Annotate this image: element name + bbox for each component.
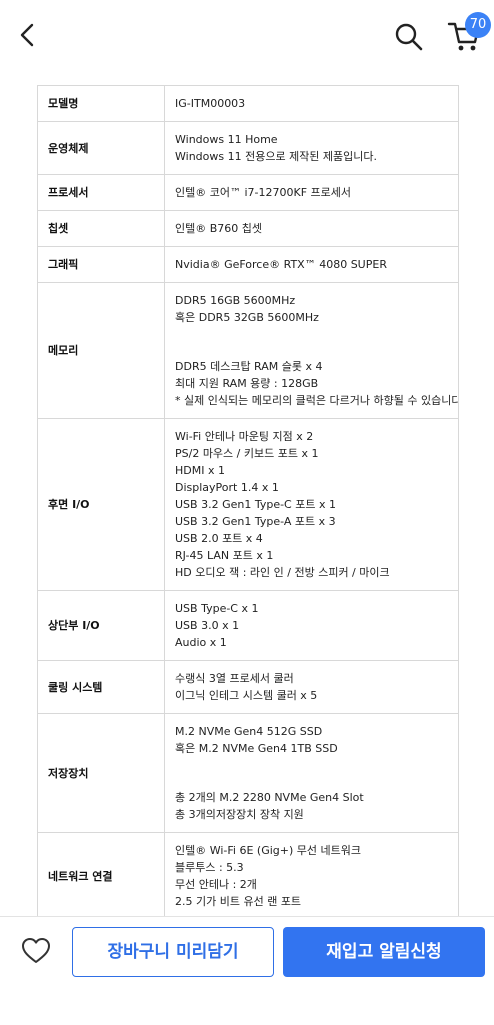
spec-value-line: 인텔® Wi-Fi 6E (Gig+) 무선 네트워크 [175, 844, 361, 857]
spec-key: 모델명 [38, 86, 165, 122]
spec-value-line: HD 오디오 잭 : 라인 인 / 전방 스피커 / 마이크 [175, 566, 390, 579]
spec-value-line: 총 2개의 M.2 2280 NVMe Gen4 Slot [175, 791, 364, 804]
spec-value-line: USB 2.0 포트 x 4 [175, 532, 263, 545]
spec-value-line: * 실제 인식되는 메모리의 클럭은 다르거나 하향될 수 있습니다. [175, 394, 459, 407]
spec-value-line: Audio x 1 [175, 636, 227, 649]
spec-value-line: 혹은 DDR5 32GB 5600MHz [175, 311, 319, 324]
spec-key: 프로세서 [38, 174, 165, 211]
spec-row: 메모리 DDR5 16GB 5600MHz 혹은 DDR5 32GB 5600MHz… [38, 282, 459, 419]
spec-value-spacer [175, 326, 452, 358]
spec-value-line: Windows 11 전용으로 제작된 제품입니다. [175, 150, 378, 163]
spec-key: 저장장치 [38, 713, 165, 833]
cart-count-badge: 70 [465, 12, 491, 38]
restock-notify-button[interactable]: 재입고 알림신청 [283, 927, 485, 977]
top-bar: 70 [0, 0, 494, 70]
spec-row: 운영체제 Windows 11 Home Windows 11 전용으로 제작된 제… [38, 121, 458, 175]
search-icon[interactable] [392, 20, 424, 52]
spec-value-line: Wi-Fi 안테나 마운팅 지점 x 2 [175, 430, 314, 443]
spec-value-line: DisplayPort 1.4 x 1 [175, 481, 279, 494]
spec-value: Nvidia® GeForce® RTX™ 4080 SUPER [164, 246, 458, 283]
spec-value-line: IG-ITM00003 [175, 97, 246, 110]
spec-value: DDR5 16GB 5600MHz 혹은 DDR5 32GB 5600MHz DDR… [164, 282, 459, 419]
spec-value-line: 총 3개의저장장치 장착 지원 [175, 808, 304, 821]
spec-row: 후면 I/O Wi-Fi 안테나 마운팅 지점 x 2 PS/2 마우스 / 키보드… [38, 418, 458, 591]
spec-value: 수랭식 3열 프로세서 쿨러이그닉 인테그 시스템 쿨러 x 5 [164, 660, 458, 714]
spec-value: Wi-Fi 안테나 마운팅 지점 x 2 PS/2 마우스 / 키보드 포트 x … [164, 418, 458, 591]
spec-value-line: M.2 NVMe Gen4 512G SSD [175, 725, 323, 738]
spec-value-line: 인텔® B760 칩셋 [175, 222, 263, 235]
spec-key: 후면 I/O [38, 418, 165, 591]
spec-value-line: USB Type-C x 1 [175, 602, 259, 615]
spec-value-line: PS/2 마우스 / 키보드 포트 x 1 [175, 447, 319, 460]
spec-value-line: 2.5 기가 비트 유선 랜 포트 [175, 895, 302, 908]
spec-key: 네트워크 연결 [38, 832, 165, 918]
spec-row: 상단부 I/O USB Type-C x 1 USB 3.0 x 1 Audio x … [38, 590, 458, 661]
spec-row: 쿨링 시스템 수랭식 3열 프로세서 쿨러 이그닉 인테그 시스템 쿨러 x 5 [38, 660, 458, 714]
spec-value-line: DDR5 데스크탑 RAM 슬롯 x 4 [175, 360, 323, 373]
spec-value: USB Type-C x 1 USB 3.0 x 1 Audio x 1 [164, 590, 458, 661]
heart-icon[interactable] [20, 935, 52, 967]
spec-value-line: 혹은 M.2 NVMe Gen4 1TB SSD [175, 742, 338, 755]
spec-row: 칩셋 인텔® B760 칩셋 [38, 210, 458, 247]
spec-key: 쿨링 시스템 [38, 660, 165, 714]
spec-value-line: Nvidia® GeForce® RTX™ 4080 SUPER [175, 258, 387, 271]
spec-value-line: USB 3.2 Gen1 Type-A 포트 x 3 [175, 515, 336, 528]
add-to-cart-button[interactable]: 장바구니 미리담기 [72, 927, 274, 977]
spec-row: 저장장치 M.2 NVMe Gen4 512G SSD 혹은 M.2 NVMe Ge… [38, 713, 458, 833]
spec-key: 메모리 [38, 282, 165, 419]
spec-value-line: DDR5 16GB 5600MHz [175, 294, 296, 307]
spec-value: IG-ITM00003 [164, 86, 458, 122]
spec-value-line: 블루투스 : 5.3 [175, 861, 244, 874]
spec-key: 운영체제 [38, 121, 165, 175]
spec-value-line: 이그닉 인테그 시스템 쿨러 x 5 [175, 689, 318, 702]
spec-value: 인텔® 코어™ i7-12700KF 프로세서 [164, 174, 458, 211]
spec-table: 모델명 IG-ITM00003 운영체제 Windows 11 Home Windows… [37, 85, 459, 918]
spec-row: 그래픽 Nvidia® GeForce® RTX™ 4080 SUPER [38, 246, 458, 283]
spec-value-line: USB 3.0 x 1 [175, 619, 240, 632]
spec-row: 모델명 IG-ITM00003 [38, 86, 458, 122]
spec-row: 네트워크 연결 인텔® Wi-Fi 6E (Gig+) 무선 네트워크 블루투스 :… [38, 832, 458, 918]
spec-value: 인텔® B760 칩셋 [164, 210, 458, 247]
spec-value-line: USB 3.2 Gen1 Type-C 포트 x 1 [175, 498, 336, 511]
spec-value: M.2 NVMe Gen4 512G SSD 혹은 M.2 NVMe Gen4 1… [164, 713, 458, 833]
spec-value-line: HDMI x 1 [175, 464, 225, 477]
spec-key: 그래픽 [38, 246, 165, 283]
spec-row: 프로세서 인텔® 코어™ i7-12700KF 프로세서 [38, 174, 458, 211]
spec-key: 칩셋 [38, 210, 165, 247]
spec-value: 인텔® Wi-Fi 6E (Gig+) 무선 네트워크블루투스 : 5.3 무선 … [164, 832, 458, 918]
spec-value-line: RJ-45 LAN 포트 x 1 [175, 549, 274, 562]
spec-value-line: 무선 안테나 : 2개 [175, 878, 257, 891]
spec-value: Windows 11 Home Windows 11 전용으로 제작된 제품입니다… [164, 121, 458, 175]
spec-key: 상단부 I/O [38, 590, 165, 661]
spec-value-line: 수랭식 3열 프로세서 쿨러 [175, 672, 294, 685]
back-arrow-icon[interactable] [14, 20, 44, 50]
spec-value-line: 최대 지원 RAM 용량 : 128GB [175, 377, 319, 390]
spec-value-line: Windows 11 Home [175, 133, 278, 146]
spec-value-line: 인텔® 코어™ i7-12700KF 프로세서 [175, 186, 352, 199]
spec-value-spacer [175, 757, 452, 789]
